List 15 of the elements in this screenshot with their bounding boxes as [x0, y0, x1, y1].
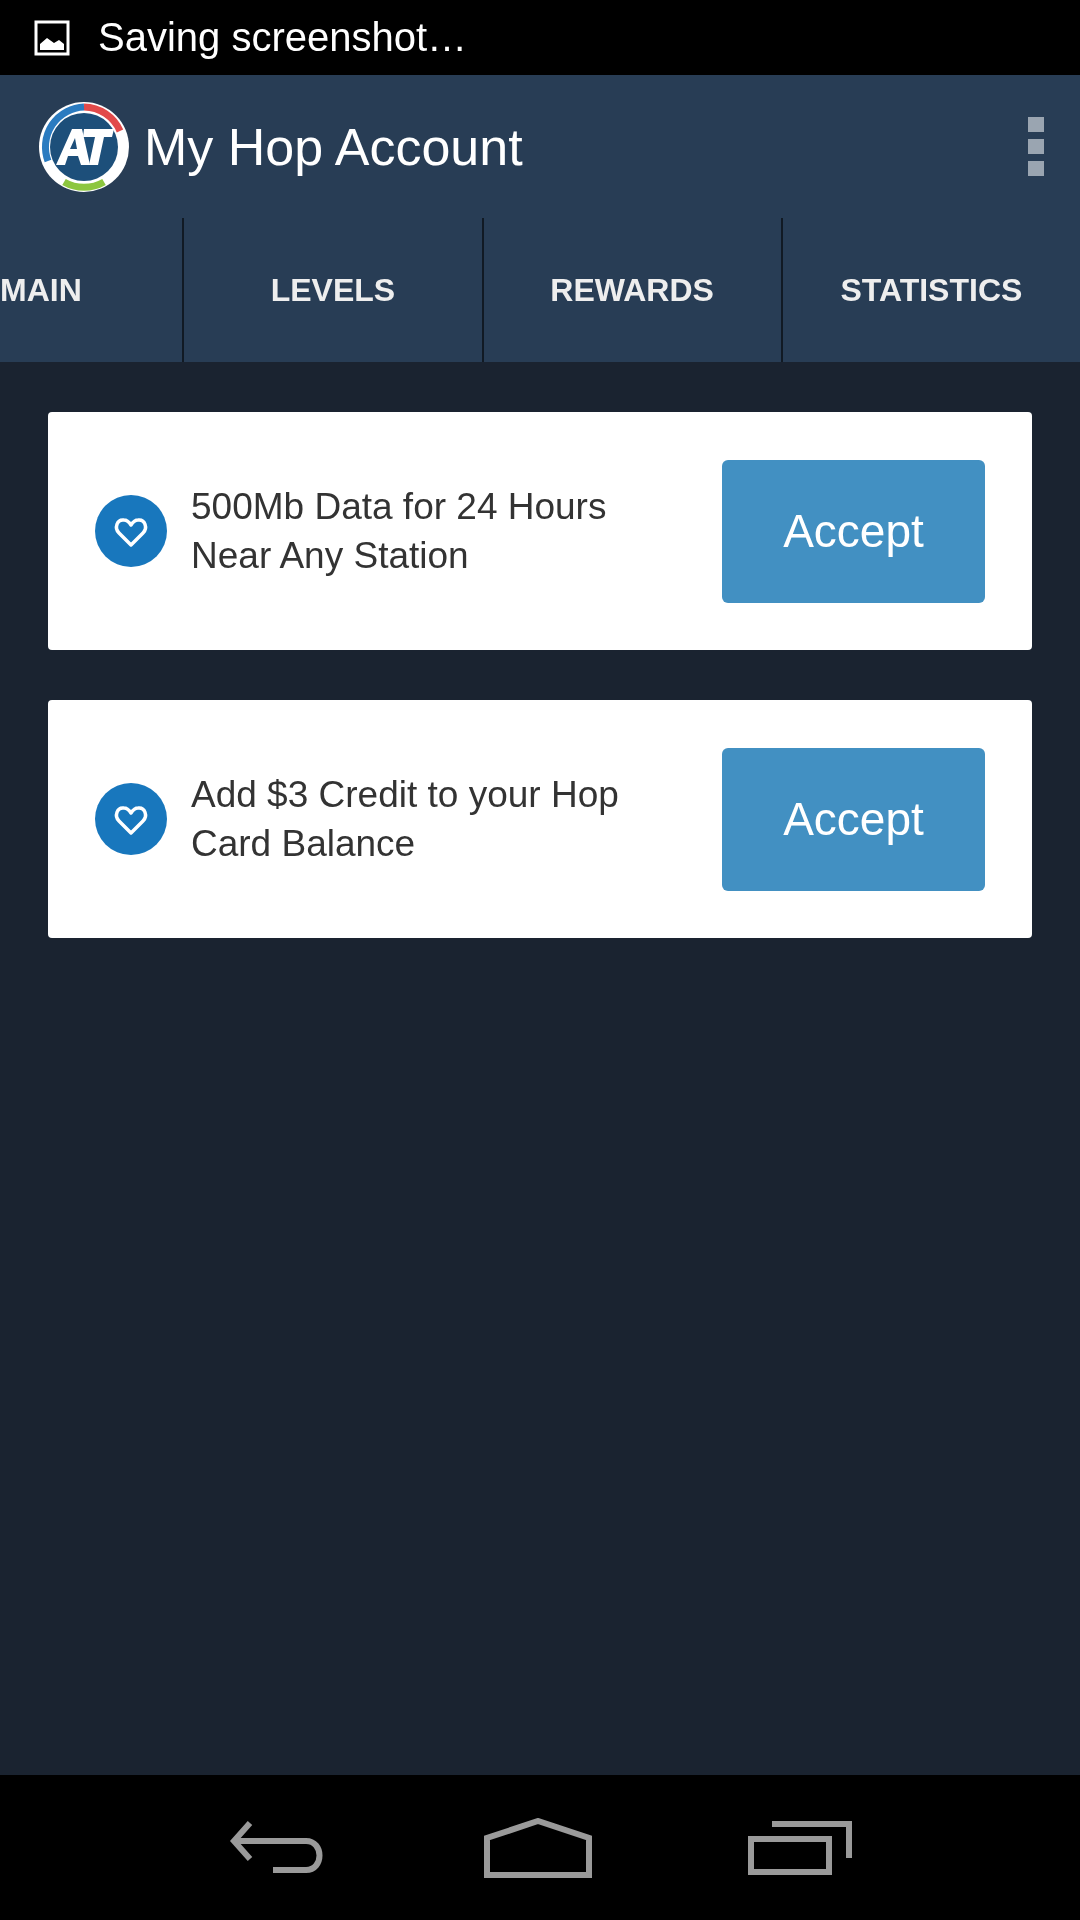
image-icon	[34, 19, 70, 56]
tab[interactable]: STATISTICS	[780, 218, 1080, 362]
notification-text: Saving screenshot…	[98, 15, 468, 60]
logo-icon	[38, 100, 130, 193]
offer-text: 500Mb Data for 24 Hours Near Any Station	[191, 485, 608, 578]
recent-apps-icon[interactable]	[748, 1820, 853, 1875]
home-icon[interactable]	[483, 1817, 593, 1878]
offer-text: Add $3 Credit to your Hop Card Balance	[191, 773, 620, 866]
overflow-menu-icon[interactable]	[1028, 116, 1044, 177]
tab[interactable]: REWARDS	[481, 218, 781, 362]
tab[interactable]: LEVELS	[182, 218, 482, 362]
accept-button[interactable]: Accept	[722, 459, 985, 603]
tab[interactable]: MAIN	[0, 218, 183, 362]
app-title: My Hop Account	[144, 116, 524, 177]
accept-button[interactable]: Accept	[722, 747, 985, 891]
